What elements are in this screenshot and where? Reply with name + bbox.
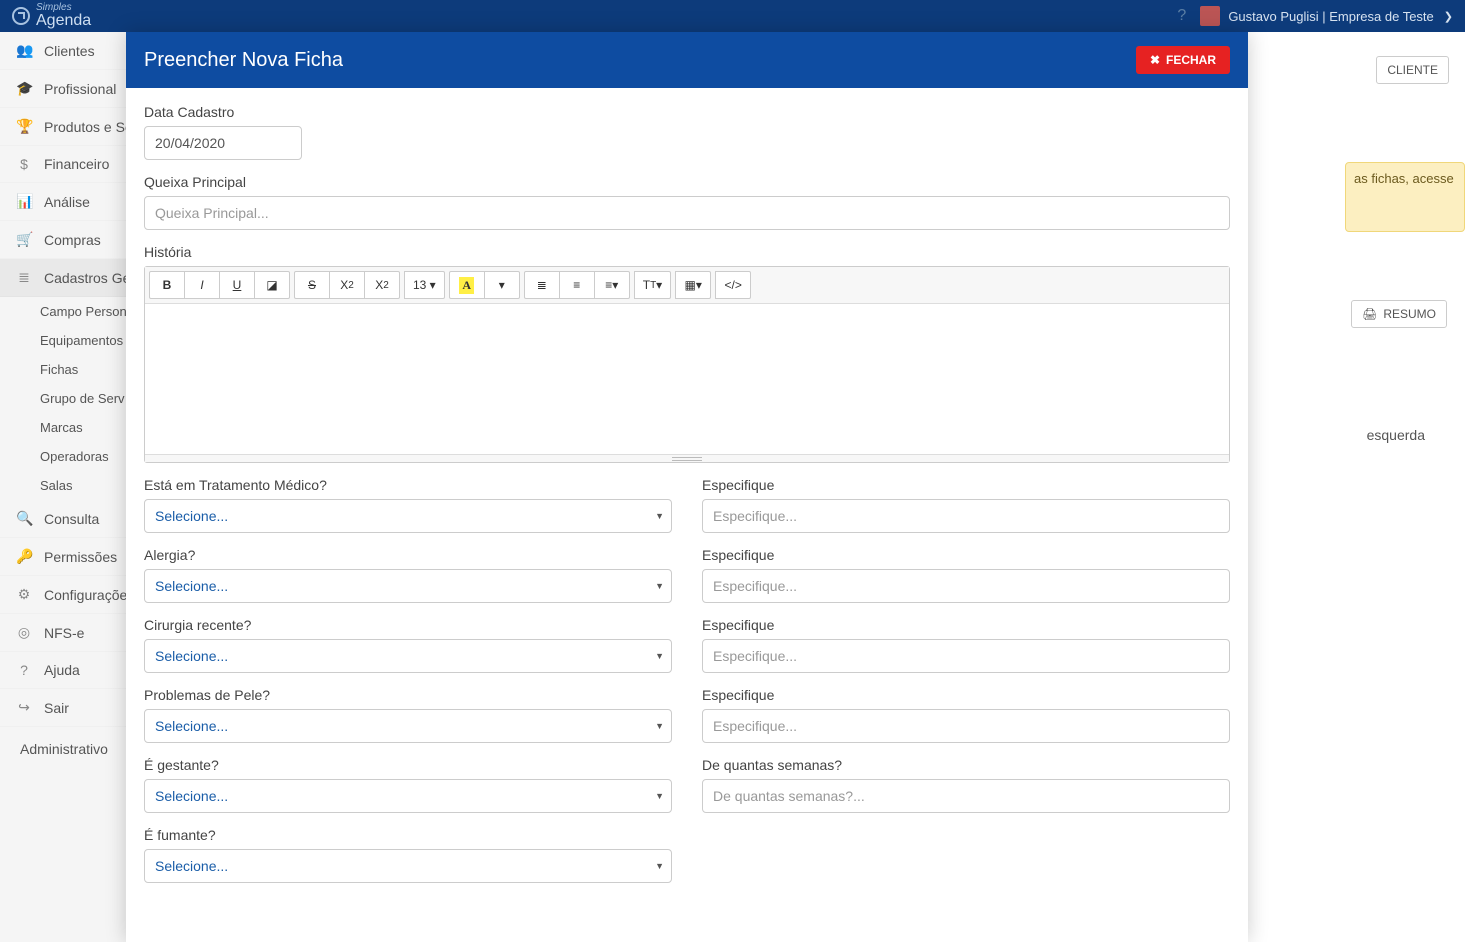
strike-button[interactable]: S [294,271,330,299]
editor-toolbar: B I U ◪ S X2 X2 13 ▾ A ▾ [145,267,1229,304]
code-button[interactable]: </> [715,271,751,299]
q2-label: Alergia? [144,547,672,563]
editor-textarea[interactable] [145,304,1229,454]
q2-spec-input[interactable] [702,569,1230,603]
nav-label: Cadastros Ger [44,270,135,286]
align-icon: ≡ [605,278,612,292]
nav-label: NFS-e [44,625,84,641]
trophy-icon: 🏆 [16,118,32,135]
ul-button[interactable]: ≣ [524,271,560,299]
q4-spec-input[interactable] [702,709,1230,743]
stack-icon: ≣ [16,269,32,286]
brand-logo[interactable]: Simples Agenda [12,3,91,29]
nav-label: Financeiro [44,156,109,172]
text-format-button[interactable]: TT▾ [634,271,671,299]
data-cadastro-label: Data Cadastro [144,104,1230,120]
users-icon: 👥 [16,42,32,59]
gear-icon: ⚙ [16,586,32,603]
resumo-button[interactable]: 🖨RESUMO [1351,300,1447,328]
subscript-button[interactable]: X2 [364,271,400,299]
table-icon: ▦ [685,278,696,292]
nav-label: Permissões [44,549,117,565]
code-icon: </> [725,278,742,292]
q5-spec-input[interactable] [702,779,1230,813]
q5-spec-label: De quantas semanas? [702,757,1230,773]
q1-select[interactable]: Selecione... [144,499,672,533]
q5-select[interactable]: Selecione... [144,779,672,813]
q1-spec-input[interactable] [702,499,1230,533]
historia-label: História [144,244,1230,260]
font-size-button[interactable]: 13 ▾ [404,271,445,299]
q2-select[interactable]: Selecione... [144,569,672,603]
modal-header: Preencher Nova Ficha ✖FECHAR [126,32,1248,88]
q1-spec-label: Especifique [702,477,1230,493]
q4-select[interactable]: Selecione... [144,709,672,743]
q1-label: Está em Tratamento Médico? [144,477,672,493]
modal-nova-ficha: Preencher Nova Ficha ✖FECHAR Data Cadast… [126,32,1248,942]
list-ol-icon: ≡ [573,278,580,292]
nav-label: Produtos e Se [44,119,133,135]
print-icon: 🖨 [1362,307,1377,321]
q4-label: Problemas de Pele? [144,687,672,703]
rich-text-editor: B I U ◪ S X2 X2 13 ▾ A ▾ [144,266,1230,463]
dollar-icon: $ [16,156,32,172]
q3-spec-input[interactable] [702,639,1230,673]
close-icon: ✖ [1150,53,1160,67]
align-button[interactable]: ≡▾ [594,271,630,299]
avatar[interactable] [1200,6,1220,26]
bold-button[interactable]: B [149,271,185,299]
q3-select[interactable]: Selecione... [144,639,672,673]
nav-label: Clientes [44,43,95,59]
nav-label: Análise [44,194,90,210]
queixa-label: Queixa Principal [144,174,1230,190]
editor-resize-handle[interactable] [145,454,1229,462]
chart-icon: 📊 [16,193,32,210]
queixa-input[interactable] [144,196,1230,230]
q3-label: Cirurgia recente? [144,617,672,633]
list-ul-icon: ≣ [537,278,547,292]
nav-label: Consulta [44,511,99,527]
nav-label: Compras [44,232,101,248]
help-icon: ? [16,662,32,678]
modal-title: Preencher Nova Ficha [144,49,343,72]
q6-label: É fumante? [144,827,672,843]
q2-spec-label: Especifique [702,547,1230,563]
search-icon: 🔍 [16,510,32,527]
italic-button[interactable]: I [184,271,220,299]
brand-line2: Agenda [36,13,91,29]
nav-label: Sair [44,700,69,716]
underline-button[interactable]: U [219,271,255,299]
exit-icon: ↪ [16,699,32,716]
nav-label: Ajuda [44,662,80,678]
nav-label: Configurações [44,587,134,603]
bg-text: esquerda [1367,427,1425,443]
q5-label: É gestante? [144,757,672,773]
cart-icon: 🛒 [16,231,32,248]
color-dropdown-button[interactable]: ▾ [484,271,520,299]
erase-button[interactable]: ◪ [254,271,290,299]
ol-button[interactable]: ≡ [559,271,595,299]
chevron-down-icon[interactable]: ❯ [1444,10,1453,23]
key-icon: 🔑 [16,548,32,565]
nav-label: Profissional [44,81,116,97]
data-cadastro-input[interactable] [144,126,302,160]
text-color-button[interactable]: A [449,271,485,299]
grad-cap-icon: 🎓 [16,80,32,97]
q6-select[interactable]: Selecione... [144,849,672,883]
q4-spec-label: Especifique [702,687,1230,703]
cliente-button[interactable]: CLIENTE [1376,56,1449,84]
q3-spec-label: Especifique [702,617,1230,633]
top-bar: Simples Agenda ? Gustavo Puglisi | Empre… [0,0,1465,32]
info-banner: as fichas, acesse [1345,162,1465,232]
clock-icon [12,7,30,25]
table-button[interactable]: ▦▾ [675,271,711,299]
superscript-button[interactable]: X2 [329,271,365,299]
close-button[interactable]: ✖FECHAR [1136,46,1230,74]
eraser-icon: ◪ [266,278,277,292]
help-icon[interactable]: ? [1177,7,1186,25]
target-icon: ◎ [16,624,32,641]
user-menu-label[interactable]: Gustavo Puglisi | Empresa de Teste [1228,9,1433,24]
